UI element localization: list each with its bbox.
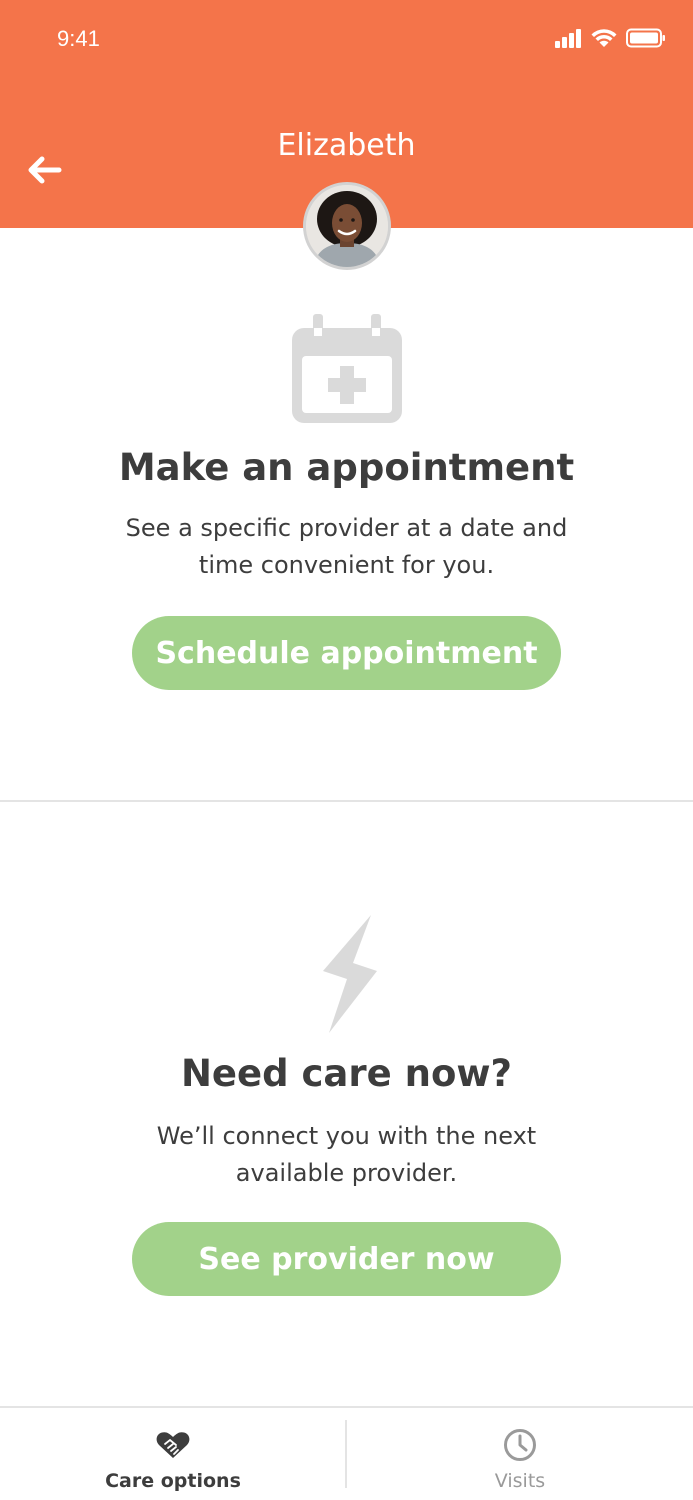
status-time: 9:41 [57,26,100,51]
wifi-icon [591,29,617,47]
appointment-title: Make an appointment [118,446,575,489]
tab-label-visits: Visits [494,1470,546,1492]
appointment-description: See a specific provider at a date and ti… [125,514,568,579]
appointment-section: Make an appointment See a specific provi… [0,228,693,800]
tab-label-care-options: Care options [105,1470,241,1492]
clock-icon [503,1428,537,1462]
care-now-section: Need care now? We’ll connect you with th… [0,802,693,1406]
screen: 9:41 Elizabeth Make an appointment See a… [0,0,693,1500]
care-now-description: We’ll connect you with the next availabl… [156,1122,537,1187]
tab-care-options[interactable]: Care options [0,1408,346,1500]
schedule-appointment-button[interactable]: Schedule appointment [132,616,561,690]
page-title: Elizabeth [277,128,416,163]
cellular-signal-icon [555,29,581,48]
see-provider-now-button[interactable]: See provider now [132,1222,561,1296]
status-icons [555,27,667,53]
calendar-plus-icon [292,314,402,428]
care-now-title: Need care now? [180,1052,513,1095]
lightning-bolt-icon [321,913,379,1039]
heart-handshake-icon [156,1428,190,1462]
tab-visits[interactable]: Visits [347,1408,693,1500]
tab-bar: Care options Visits [0,1406,693,1500]
battery-icon [626,28,665,48]
